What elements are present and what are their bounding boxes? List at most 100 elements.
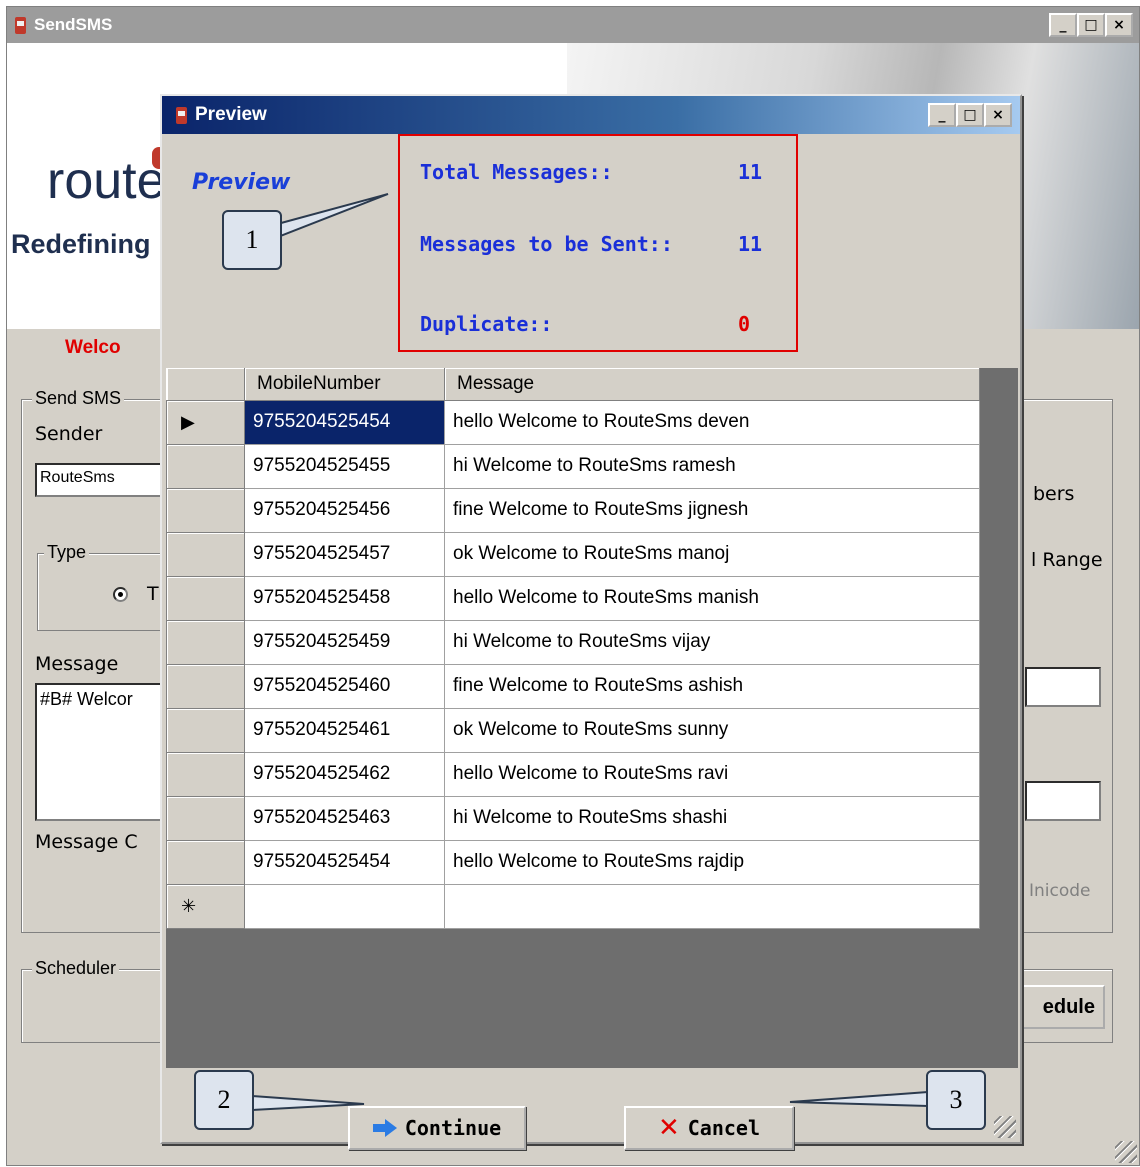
message-cell[interactable]: hello Welcome to RouteSms manish bbox=[444, 575, 980, 621]
message-cell[interactable]: hello Welcome to RouteSms deven bbox=[444, 399, 980, 445]
maximize-button[interactable]: □ bbox=[1077, 13, 1105, 37]
grid-corner-header bbox=[166, 368, 245, 401]
table-row[interactable]: 9755204525459 hi Welcome to RouteSms vija… bbox=[166, 619, 980, 665]
mobile-number-cell[interactable] bbox=[244, 883, 445, 929]
message-cell[interactable]: fine Welcome to RouteSms jignesh bbox=[444, 487, 980, 533]
new-row[interactable]: ✳ bbox=[166, 883, 980, 929]
message-cell[interactable]: hello Welcome to RouteSms ravi bbox=[444, 751, 980, 797]
continue-label: Continue bbox=[404, 1116, 502, 1140]
routesms-logo: route bbox=[47, 152, 166, 210]
message-textarea[interactable]: #B# Welcor bbox=[35, 683, 175, 821]
row-header[interactable] bbox=[166, 619, 245, 665]
message-cell[interactable]: hello Welcome to RouteSms rajdip bbox=[444, 839, 980, 885]
new-row-marker-icon: ✳ bbox=[181, 895, 197, 916]
message-cell[interactable]: fine Welcome to RouteSms ashish bbox=[444, 663, 980, 709]
row-header[interactable] bbox=[166, 487, 245, 533]
mobile-number-cell[interactable]: 9755204525455 bbox=[244, 443, 445, 489]
table-row[interactable]: ▶ 9755204525454 hello Welcome to RouteSms … bbox=[166, 399, 980, 445]
grid-empty-area bbox=[980, 368, 1018, 1068]
mobile-number-cell[interactable]: 9755204525462 bbox=[244, 751, 445, 797]
sender-input[interactable]: RouteSms bbox=[35, 463, 165, 497]
column-header-message[interactable]: Message bbox=[444, 368, 980, 401]
sendsms-resize-grip[interactable] bbox=[1115, 1141, 1137, 1163]
mobile-number-cell[interactable]: 9755204525459 bbox=[244, 619, 445, 665]
preview-maximize-button[interactable]: □ bbox=[956, 103, 984, 127]
message-cell[interactable]: hi Welcome to RouteSms shashi bbox=[444, 795, 980, 841]
continue-button[interactable]: Continue bbox=[348, 1106, 526, 1150]
type-legend: Type bbox=[44, 542, 90, 563]
cancel-button[interactable]: ✕ Cancel bbox=[624, 1106, 794, 1150]
mobile-number-cell[interactable]: 9755204525454 bbox=[244, 839, 445, 885]
total-messages-label: Total Messages:: bbox=[420, 160, 613, 184]
table-row[interactable]: 9755204525462 hello Welcome to RouteSms r… bbox=[166, 751, 980, 797]
message-count-label: Message C bbox=[35, 831, 138, 853]
type-radio[interactable] bbox=[113, 587, 128, 602]
preview-title: Preview bbox=[195, 104, 267, 125]
callout-2: 2 bbox=[194, 1070, 254, 1130]
minimize-button[interactable]: _ bbox=[1049, 13, 1077, 37]
arrow-right-icon bbox=[372, 1119, 397, 1137]
type-radio-label: T bbox=[147, 583, 159, 605]
message-cell[interactable]: hi Welcome to RouteSms vijay bbox=[444, 619, 980, 665]
sendsms-title: SendSMS bbox=[34, 15, 113, 34]
schedule-button[interactable]: edule bbox=[1013, 985, 1105, 1029]
row-header[interactable] bbox=[166, 531, 245, 577]
range-option-label: l Range bbox=[1031, 549, 1103, 571]
numbers-option-label: bers bbox=[1033, 483, 1075, 505]
messages-to-send-value: 11 bbox=[738, 232, 763, 256]
welcome-text: Welco bbox=[65, 337, 121, 358]
row-header[interactable] bbox=[166, 707, 245, 753]
right-field-1[interactable] bbox=[1025, 667, 1101, 707]
sendsms-titlebar: SendSMS _ □ × bbox=[7, 7, 1139, 43]
table-row[interactable]: 9755204525456 fine Welcome to RouteSms ji… bbox=[166, 487, 980, 533]
preview-minimize-button[interactable]: _ bbox=[928, 103, 956, 127]
row-header[interactable] bbox=[166, 663, 245, 709]
duplicate-value: 0 bbox=[738, 312, 751, 336]
sender-label: Sender bbox=[35, 423, 103, 445]
preview-close-button[interactable]: × bbox=[984, 103, 1012, 127]
table-row[interactable]: 9755204525457 ok Welcome to RouteSms mano… bbox=[166, 531, 980, 577]
mobile-number-cell[interactable]: 9755204525463 bbox=[244, 795, 445, 841]
message-cell[interactable]: ok Welcome to RouteSms sunny bbox=[444, 707, 980, 753]
callout-3: 3 bbox=[926, 1070, 986, 1130]
row-header[interactable] bbox=[166, 751, 245, 797]
close-button[interactable]: × bbox=[1105, 13, 1133, 37]
current-row-marker-icon: ▶ bbox=[181, 411, 195, 432]
mobile-number-cell[interactable]: 9755204525454 bbox=[244, 399, 445, 445]
message-cell[interactable] bbox=[444, 883, 980, 929]
row-header[interactable]: ✳ bbox=[166, 883, 245, 929]
table-row[interactable]: 9755204525463 hi Welcome to RouteSms shas… bbox=[166, 795, 980, 841]
callout-1: 1 bbox=[222, 210, 282, 270]
cancel-x-icon: ✕ bbox=[657, 1113, 680, 1143]
cancel-label: Cancel bbox=[687, 1116, 761, 1140]
phone-icon bbox=[15, 16, 26, 34]
right-field-2[interactable] bbox=[1025, 781, 1101, 821]
mobile-number-cell[interactable]: 9755204525457 bbox=[244, 531, 445, 577]
preview-resize-grip[interactable] bbox=[994, 1116, 1016, 1138]
row-header[interactable] bbox=[166, 839, 245, 885]
send-sms-legend: Send SMS bbox=[32, 388, 125, 409]
row-header[interactable] bbox=[166, 795, 245, 841]
messages-grid-area: MobileNumber Message ▶ 9755204525454 hello… bbox=[166, 368, 1018, 1068]
mobile-number-cell[interactable]: 9755204525458 bbox=[244, 575, 445, 621]
table-row[interactable]: 9755204525458 hello Welcome to RouteSms m… bbox=[166, 575, 980, 621]
mobile-number-cell[interactable]: 9755204525456 bbox=[244, 487, 445, 533]
message-cell[interactable]: hi Welcome to RouteSms ramesh bbox=[444, 443, 980, 489]
table-row[interactable]: 9755204525454 hello Welcome to RouteSms r… bbox=[166, 839, 980, 885]
messages-to-send-label: Messages to be Sent:: bbox=[420, 232, 673, 256]
row-header[interactable] bbox=[166, 575, 245, 621]
table-row[interactable]: 9755204525460 fine Welcome to RouteSms as… bbox=[166, 663, 980, 709]
preview-dialog: Preview _ □ × Preview Total Messages:: 1… bbox=[160, 94, 1022, 1150]
message-cell[interactable]: ok Welcome to RouteSms manoj bbox=[444, 531, 980, 577]
row-header[interactable]: ▶ bbox=[166, 399, 245, 445]
banner-tagline: Redefining bbox=[11, 229, 151, 259]
unicode-label: Inicode bbox=[1029, 881, 1091, 901]
preview-titlebar: Preview _ □ × bbox=[162, 96, 1020, 134]
table-row[interactable]: 9755204525461 ok Welcome to RouteSms sunn… bbox=[166, 707, 980, 753]
mobile-number-cell[interactable]: 9755204525461 bbox=[244, 707, 445, 753]
mobile-number-cell[interactable]: 9755204525460 bbox=[244, 663, 445, 709]
table-row[interactable]: 9755204525455 hi Welcome to RouteSms rame… bbox=[166, 443, 980, 489]
row-header[interactable] bbox=[166, 443, 245, 489]
duplicate-label: Duplicate:: bbox=[420, 312, 553, 336]
column-header-mobile-number[interactable]: MobileNumber bbox=[244, 368, 445, 401]
